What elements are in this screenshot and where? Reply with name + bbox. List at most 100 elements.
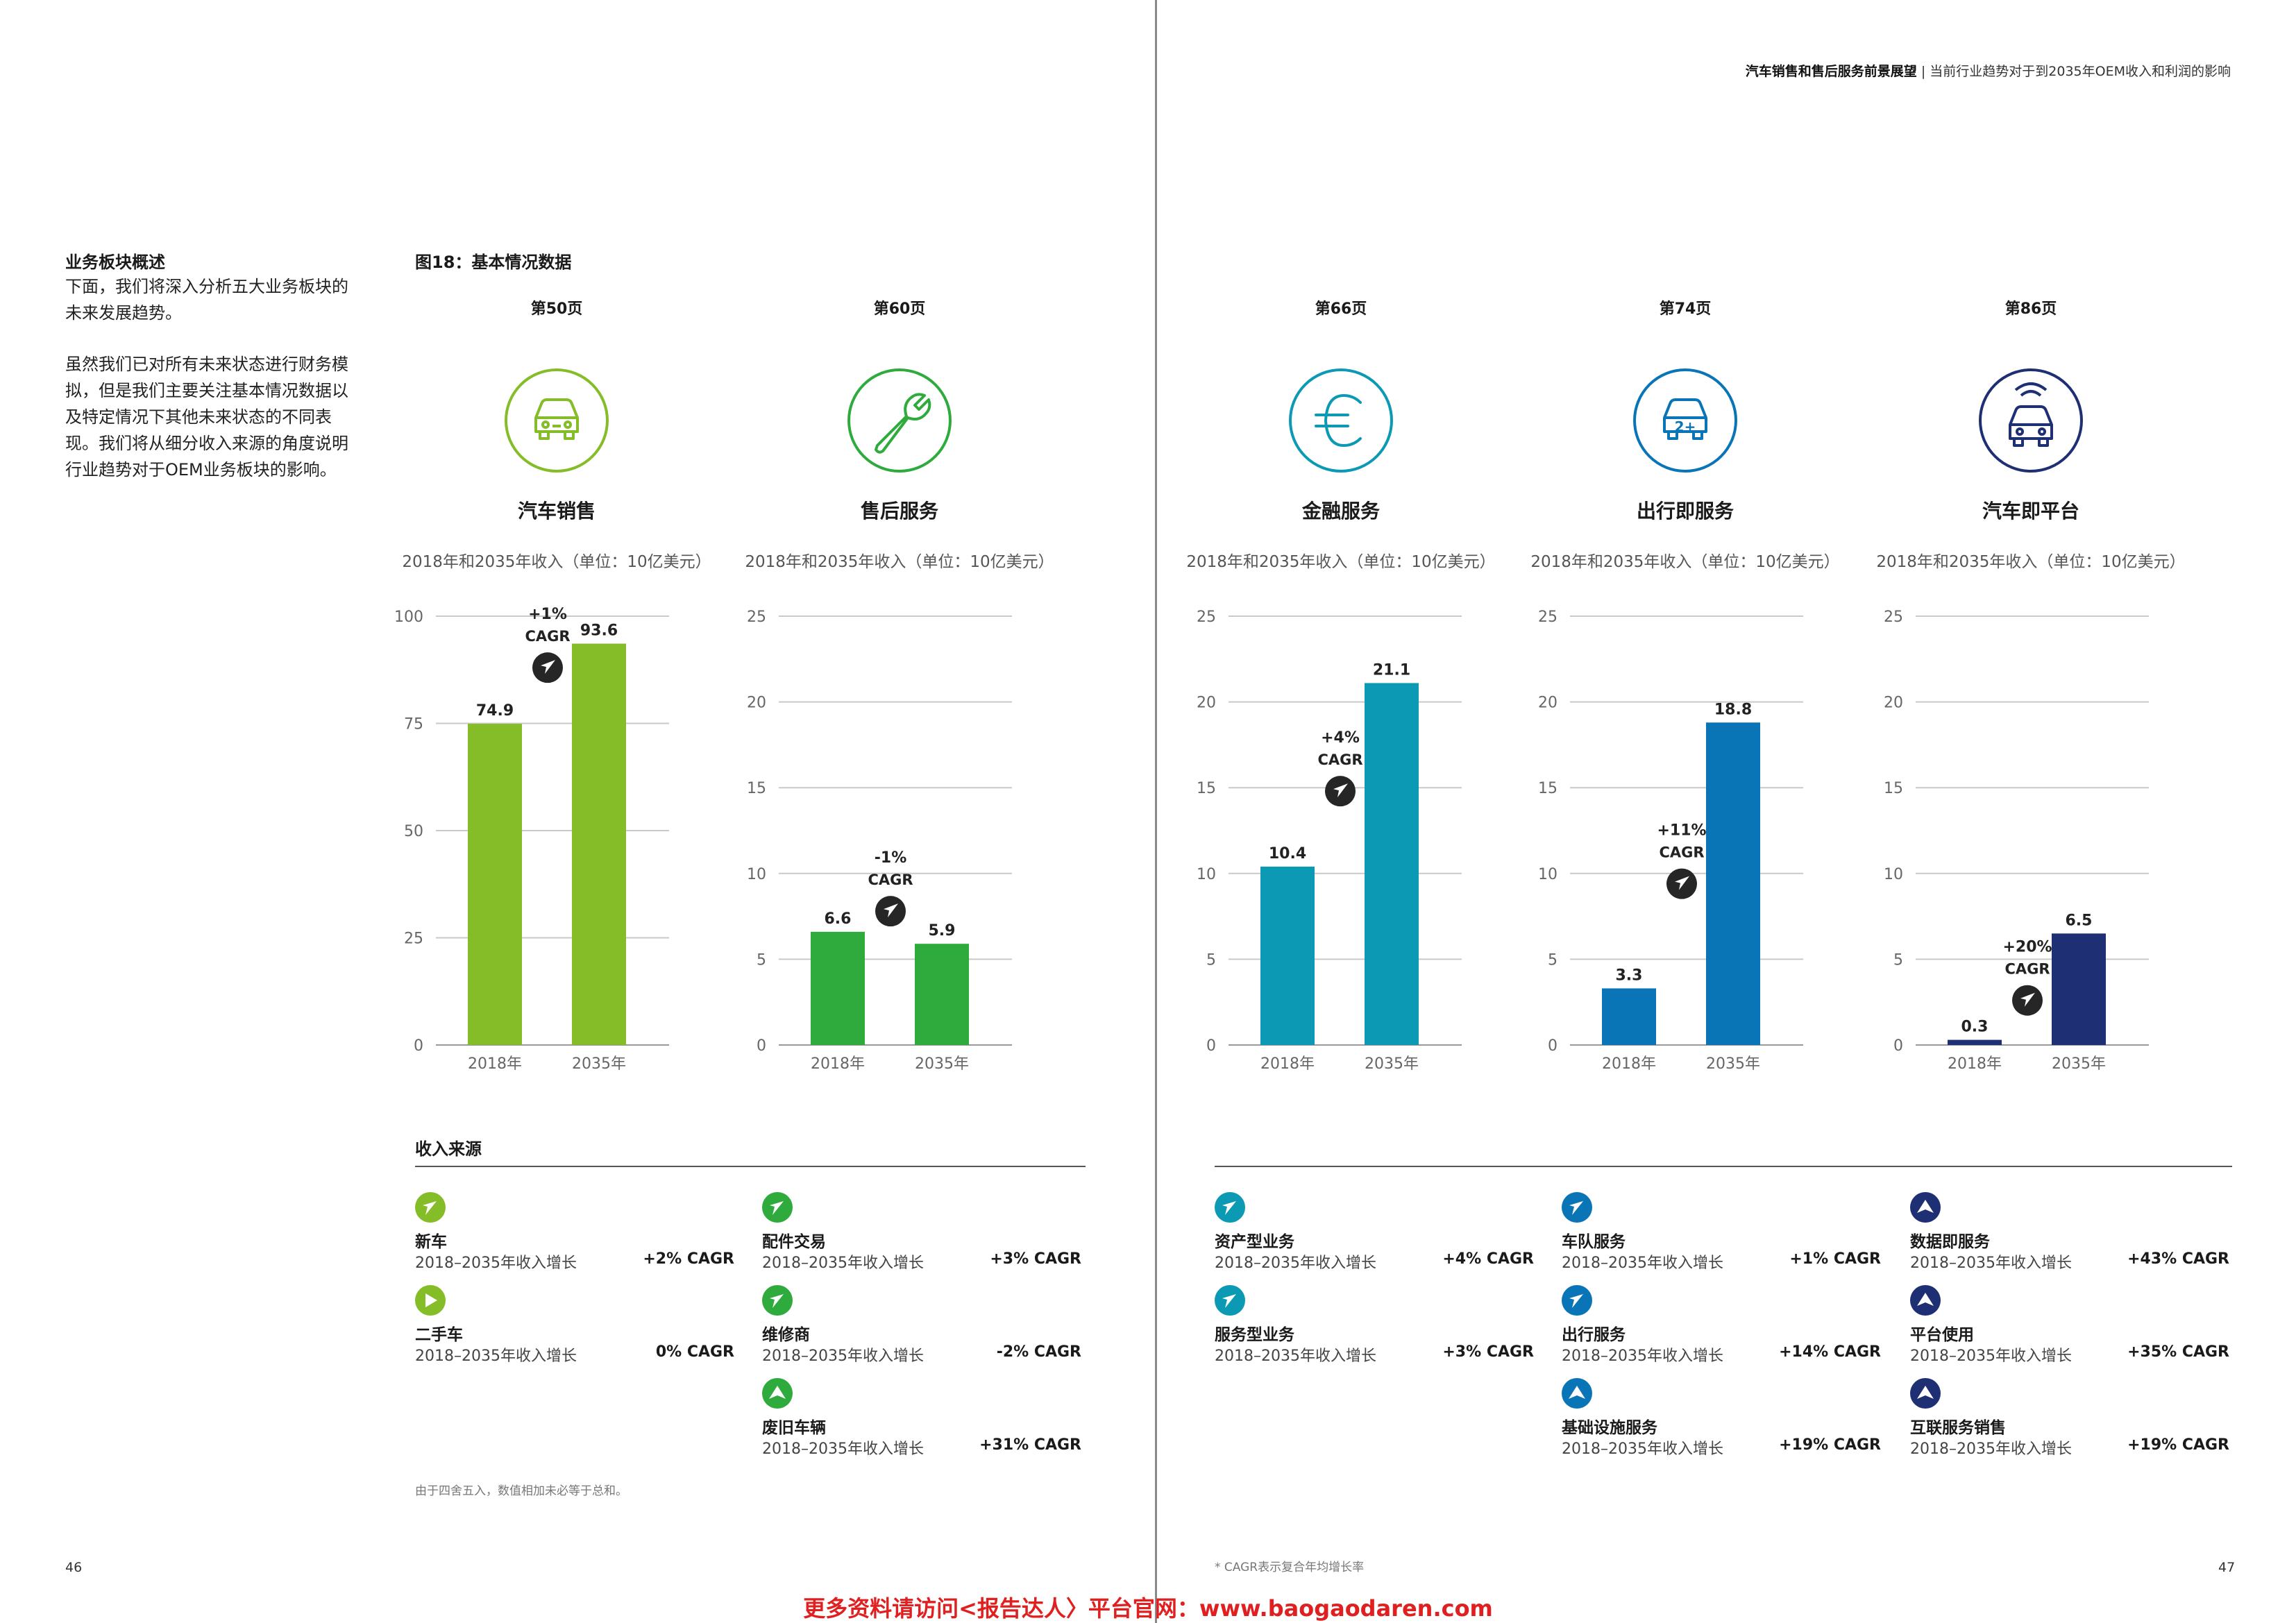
- page-number-right: 47: [2218, 1560, 2236, 1575]
- svg-text:2+: 2+: [1675, 418, 1696, 435]
- shared-car-icon: 2+: [1632, 368, 1738, 473]
- revenue-item-cagr: +14% CAGR: [1779, 1343, 1881, 1361]
- bar-value-label: 18.8: [1714, 701, 1752, 718]
- revenue-item-subtitle: 2018–2035年收入增长: [415, 1348, 577, 1365]
- bar: [811, 931, 865, 1045]
- intro-line: 现。我们将从细分收入来源的角度说明: [65, 434, 348, 453]
- cagr-value: +4%: [1321, 729, 1360, 747]
- bar: [1260, 866, 1315, 1045]
- y-tick-label: 100: [394, 609, 423, 626]
- x-tick-label: 2018年: [1260, 1055, 1315, 1073]
- revenue-item-subtitle: 2018–2035年收入增长: [1215, 1255, 1376, 1272]
- revenue-item-name: 互联服务销售: [1910, 1419, 2006, 1437]
- bar: [915, 944, 969, 1045]
- cagr-value: +1%: [528, 606, 567, 623]
- bar-value-label: 93.6: [580, 622, 618, 640]
- revenue-item-name: 废旧车辆: [762, 1419, 826, 1437]
- segment-page-ref: 第50页: [530, 300, 583, 318]
- revenue-item: 服务型业务 2018–2035年收入增长 +3% CAGR: [1215, 1285, 1534, 1368]
- bar: [2052, 933, 2106, 1045]
- bar-value-label: 3.3: [1616, 967, 1643, 984]
- y-tick-label: 10: [747, 866, 766, 883]
- segment-name: 金融服务: [1301, 500, 1380, 522]
- running-header: 汽车销售和售后服务前景展望 | 当前行业趋势对于到2035年OEM收入和利润的影…: [1746, 61, 2231, 80]
- cagr-footnote: * CAGR表示复合年均增长率: [1215, 1561, 1365, 1574]
- y-tick-label: 5: [1206, 951, 1216, 969]
- y-tick-label: 10: [1197, 866, 1216, 883]
- x-tick-label: 2035年: [1706, 1055, 1760, 1073]
- unit-note: 2018年和2035年收入（单位：10亿美元）: [402, 553, 711, 571]
- y-tick-label: 0: [757, 1037, 766, 1055]
- bar-value-label: 5.9: [929, 922, 956, 940]
- segment-name: 售后服务: [860, 500, 938, 522]
- x-tick-label: 2018年: [1602, 1055, 1656, 1073]
- y-tick-label: 0: [1206, 1037, 1216, 1055]
- bar-chart: 0 5 10 15 20 25 0.3 2018年 6.5 2035年 +20% CAGR: [1884, 609, 2149, 1073]
- y-tick-label: 75: [404, 716, 423, 733]
- cagr-value: -1%: [875, 849, 906, 867]
- bar: [572, 643, 626, 1045]
- segment-name: 出行即服务: [1636, 500, 1734, 522]
- bar: [1365, 683, 1419, 1045]
- revenue-trend-icon: [415, 1285, 446, 1316]
- revenue-item-name: 服务型业务: [1215, 1326, 1294, 1344]
- x-tick-label: 2018年: [468, 1055, 522, 1073]
- revenue-item-cagr: +19% CAGR: [1779, 1436, 1881, 1454]
- y-tick-label: 5: [757, 951, 766, 969]
- revenue-trend-icon: [1562, 1285, 1592, 1316]
- intro-title: 业务板块概述: [65, 253, 165, 272]
- y-tick-label: 0: [1893, 1037, 1903, 1055]
- revenue-trend-icon: [1910, 1378, 1941, 1409]
- segment-page-ref: 第60页: [873, 300, 926, 318]
- cagr-value: +20%: [2002, 939, 2052, 956]
- x-tick-label: 2035年: [1365, 1055, 1419, 1073]
- revenue-item-subtitle: 2018–2035年收入增长: [1562, 1348, 1723, 1365]
- figure-title: 图18：基本情况数据: [415, 253, 572, 272]
- y-tick-label: 20: [1884, 695, 1903, 712]
- y-tick-label: 25: [747, 609, 766, 626]
- cagr-arrow-icon: [2012, 985, 2043, 1016]
- unit-note: 2018年和2035年收入（单位：10亿美元）: [745, 553, 1054, 571]
- bar: [1602, 988, 1656, 1045]
- revenue-item-cagr: +31% CAGR: [979, 1436, 1081, 1454]
- bar-value-label: 21.1: [1373, 661, 1410, 679]
- unit-note: 2018年和2035年收入（单位：10亿美元）: [1876, 553, 2186, 571]
- x-tick-label: 2018年: [1948, 1055, 2002, 1073]
- y-tick-label: 15: [747, 780, 766, 797]
- revenue-item-name: 平台使用: [1910, 1326, 1974, 1344]
- revenue-item-name: 数据即服务: [1910, 1233, 1990, 1251]
- revenue-trend-icon: [762, 1378, 793, 1409]
- revenue-trend-icon: [762, 1192, 793, 1223]
- revenue-rule-right: [1215, 1166, 2232, 1167]
- y-tick-label: 25: [1197, 609, 1216, 626]
- revenue-item: 配件交易 2018–2035年收入增长 +3% CAGR: [762, 1192, 1081, 1275]
- revenue-item-cagr: +19% CAGR: [2127, 1436, 2229, 1454]
- y-tick-label: 5: [1548, 951, 1558, 969]
- cagr-arrow-icon: [532, 652, 563, 683]
- bar-chart: 0 5 10 15 20 25 6.6 2018年 5.9 2035年 -1% CAGR: [747, 609, 1012, 1073]
- cagr-label: CAGR: [525, 628, 570, 645]
- page-spread-divider: [1155, 0, 1157, 1623]
- revenue-item-subtitle: 2018–2035年收入增长: [762, 1441, 924, 1458]
- revenue-item: 资产型业务 2018–2035年收入增长 +4% CAGR: [1215, 1192, 1534, 1275]
- revenue-item-subtitle: 2018–2035年收入增长: [1215, 1348, 1376, 1365]
- intro-line: 及特定情况下其他未来状态的不同表: [65, 407, 332, 427]
- y-tick-label: 15: [1884, 780, 1903, 797]
- revenue-item-cagr: 0% CAGR: [655, 1343, 734, 1361]
- revenue-trend-icon: [1215, 1285, 1245, 1316]
- segment-page-ref: 第86页: [2004, 300, 2057, 318]
- revenue-item: 车队服务 2018–2035年收入增长 +1% CAGR: [1562, 1192, 1881, 1275]
- revenue-trend-icon: [1562, 1378, 1592, 1409]
- revenue-item-subtitle: 2018–2035年收入增长: [1562, 1255, 1723, 1272]
- bar-value-label: 10.4: [1269, 845, 1306, 863]
- revenue-item-cagr: +43% CAGR: [2127, 1250, 2229, 1268]
- revenue-item: 数据即服务 2018–2035年收入增长 +43% CAGR: [1910, 1192, 2229, 1275]
- y-tick-label: 0: [1548, 1037, 1558, 1055]
- bar-value-label: 6.5: [2066, 912, 2093, 929]
- revenue-item: 维修商 2018–2035年收入增长 -2% CAGR: [762, 1285, 1081, 1368]
- cagr-arrow-icon: [1666, 868, 1697, 899]
- revenue-item-name: 新车: [415, 1233, 447, 1251]
- revenue-trend-icon: [1910, 1285, 1941, 1316]
- revenue-item: 平台使用 2018–2035年收入增长 +35% CAGR: [1910, 1285, 2229, 1368]
- segment-page-ref: 第66页: [1315, 300, 1367, 318]
